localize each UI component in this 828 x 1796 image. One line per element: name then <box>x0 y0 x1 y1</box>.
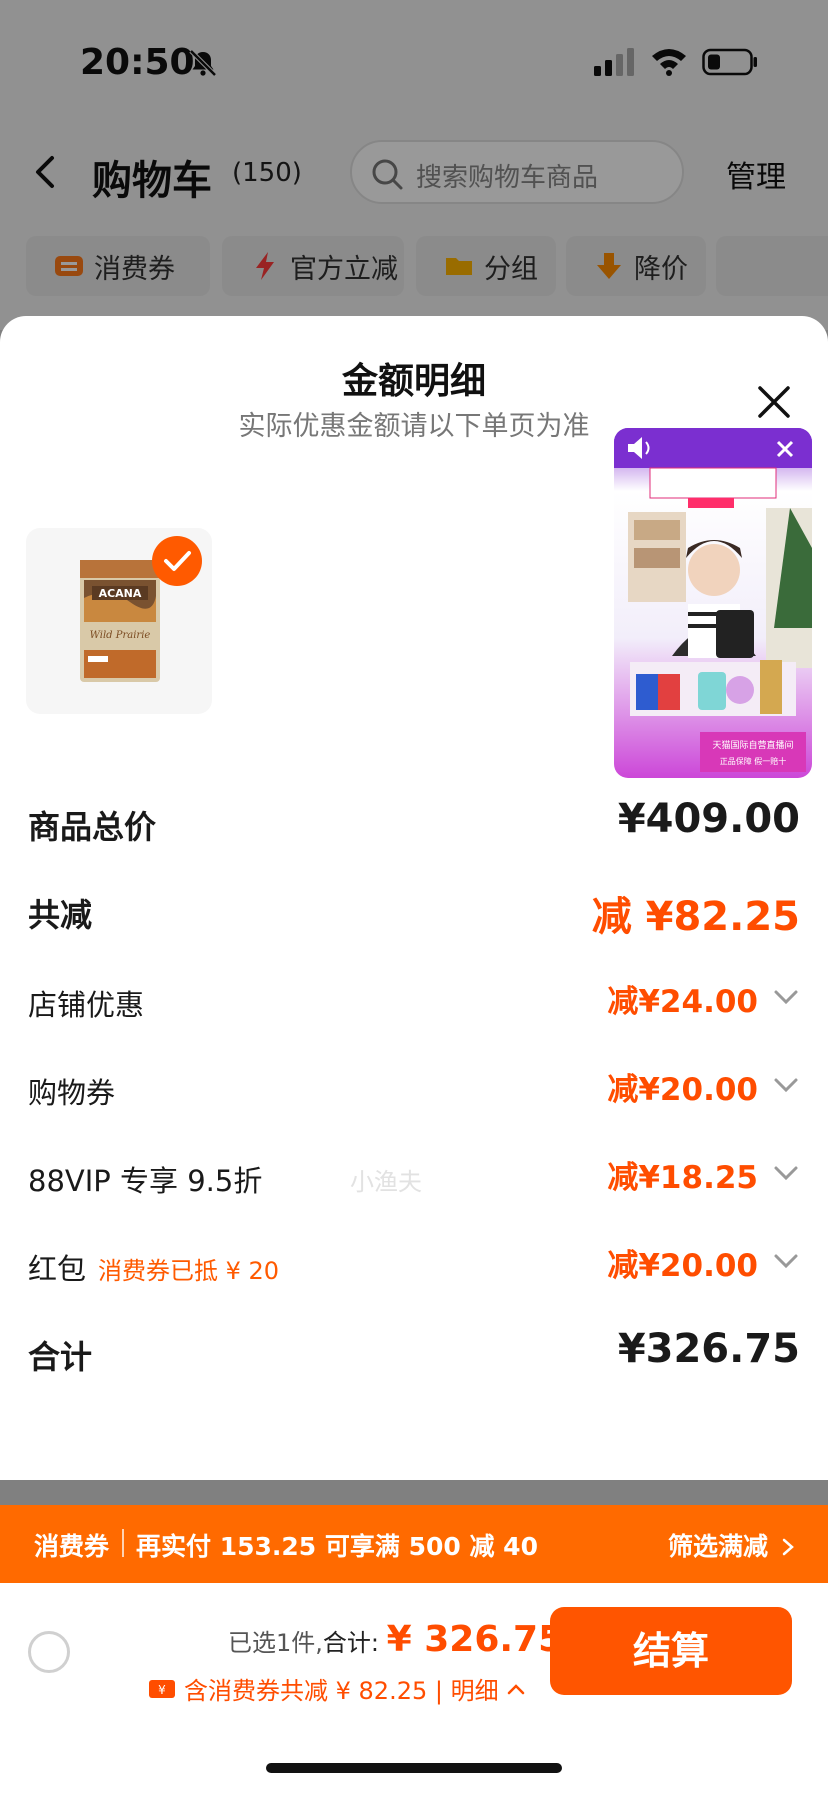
row-red-packet[interactable]: 红包 消费券已抵 ¥ 20 减¥20.00 <box>28 1240 800 1290</box>
modal-overlay[interactable] <box>0 0 828 330</box>
chevron-down-icon <box>774 1166 798 1181</box>
row-label: 红包 消费券已抵 ¥ 20 <box>28 1246 279 1288</box>
svg-text:¥: ¥ <box>158 1683 166 1697</box>
coupon-ticket-icon: ¥ <box>149 1679 175 1698</box>
total-discount-value: 减 ¥82.25 <box>591 894 800 940</box>
row-shopping-coupon[interactable]: 购物券 减¥20.00 <box>28 1064 800 1114</box>
live-banner-subtext: 正品保障 假一赔十 <box>720 756 787 766</box>
promo-divider <box>122 1529 124 1557</box>
row-total-discount: 共减 减 ¥82.25 <box>28 884 800 940</box>
checkout-button[interactable]: 结算 <box>550 1607 792 1695</box>
row-vip-discount[interactable]: 88VIP 专享 9.5折 减¥18.25 <box>28 1152 800 1202</box>
red-packet-value: 减¥20.00 <box>607 1248 758 1284</box>
total-label: 合计: <box>322 1629 379 1657</box>
total-amount: ¥ 326.75 <box>386 1619 564 1660</box>
row-label: 店铺优惠 <box>28 988 145 1022</box>
row-label: 合计 <box>28 1338 93 1376</box>
live-stream-floating-window[interactable]: 天猫国际自营直播间 正品保障 假一赔十 <box>614 428 812 778</box>
product-brand-text: ACANA <box>99 587 142 600</box>
filter-discount-label: 筛选满减 <box>668 1532 769 1561</box>
row-final-total: 合计 ¥326.75 <box>28 1326 800 1376</box>
total-price-value: ¥409.00 <box>617 796 800 842</box>
checkmark-icon <box>164 551 191 571</box>
promo-tag: 消费券 <box>34 1532 110 1561</box>
sheet-title: 金额明细 <box>341 361 486 402</box>
shopping-coupon-value: 减¥20.00 <box>607 1072 758 1108</box>
checkout-footer: 已选1件,合计: ¥ 326.75 ¥ 含消费券共减 ¥ 82.25 | 明细 … <box>0 1583 828 1796</box>
red-packet-label: 红包 <box>28 1252 87 1286</box>
chevron-down-icon <box>774 990 798 1005</box>
row-total-price: 商品总价 ¥409.00 <box>28 796 800 846</box>
chevron-up-icon <box>507 1683 524 1694</box>
close-icon[interactable] <box>754 382 794 422</box>
vip-discount-value: 减¥18.25 <box>607 1160 758 1196</box>
product-thumbnail[interactable]: ACANA Wild Prairie <box>26 528 212 714</box>
red-packet-note: 消费券已抵 ¥ 20 <box>98 1257 280 1285</box>
select-all-radio[interactable] <box>28 1631 70 1673</box>
row-label: 购物券 <box>28 1076 116 1110</box>
chevron-right-icon <box>782 1538 794 1556</box>
chevron-down-icon <box>774 1078 798 1093</box>
selected-count: 已选1件, <box>228 1629 323 1657</box>
filter-discount-link[interactable]: 筛选满减 <box>668 1527 795 1563</box>
row-shop-discount[interactable]: 店铺优惠 减¥24.00 <box>28 976 800 1026</box>
final-total-value: ¥326.75 <box>617 1326 800 1372</box>
promo-text: 再实付 153.25 可享满 500 减 40 <box>136 1532 538 1561</box>
row-label: 88VIP 专享 9.5折 <box>28 1164 263 1198</box>
saving-text: 含消费券共减 ¥ 82.25 | 明细 <box>184 1677 499 1705</box>
live-stream-preview: 天猫国际自营直播间 正品保障 假一赔十 <box>614 428 812 772</box>
order-summary: 已选1件,合计: ¥ 326.75 <box>228 1619 563 1660</box>
coupon-promo-bar: 消费券 再实付 153.25 可享满 500 减 40 筛选满减 <box>0 1505 828 1583</box>
saving-detail-link[interactable]: ¥ 含消费券共减 ¥ 82.25 | 明细 <box>148 1671 525 1706</box>
product-package-image: ACANA Wild Prairie <box>80 560 160 682</box>
row-label: 商品总价 <box>28 808 157 846</box>
home-indicator <box>266 1763 562 1773</box>
row-label: 共减 <box>28 896 93 934</box>
amount-detail-sheet: 金额明细 实际优惠金额请以下单页为准 ACANA Wild Prairie 天猫… <box>0 316 828 1480</box>
product-name-text: Wild Prairie <box>90 630 151 641</box>
selected-check-badge <box>152 536 202 586</box>
live-banner-text: 天猫国际自营直播间 <box>712 739 793 751</box>
chevron-down-icon <box>774 1254 798 1269</box>
shop-discount-value: 减¥24.00 <box>607 984 758 1020</box>
